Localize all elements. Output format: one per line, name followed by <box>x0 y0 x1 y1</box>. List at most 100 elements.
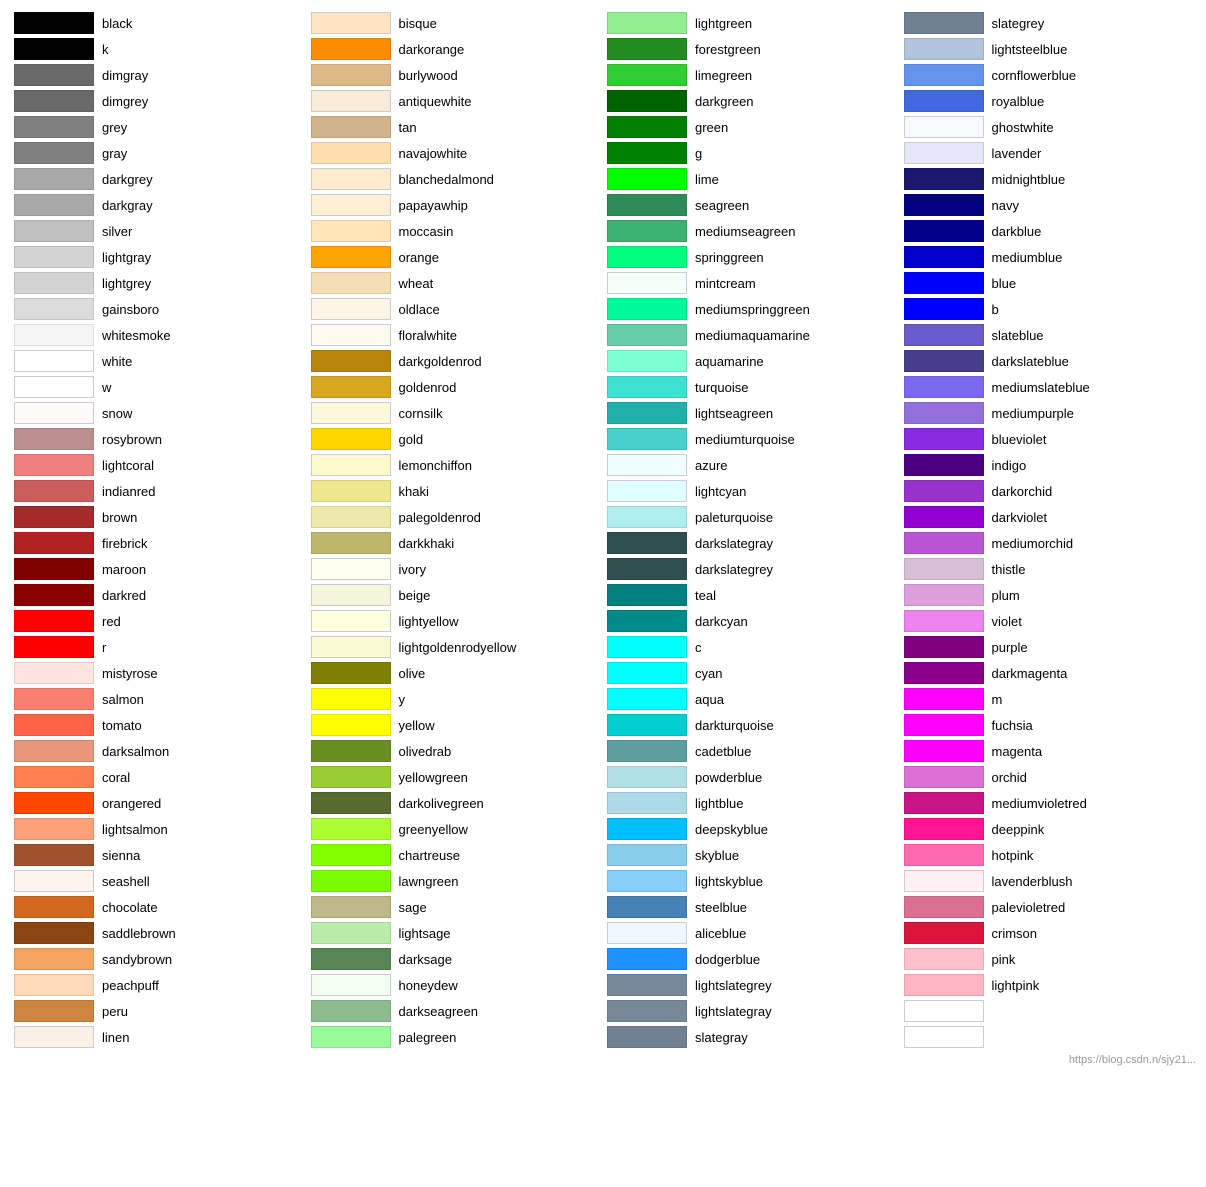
color-swatch <box>904 246 984 268</box>
color-name-label: whitesmoke <box>102 328 171 343</box>
color-name-label: paleturquoise <box>695 510 773 525</box>
color-name-label: steelblue <box>695 900 747 915</box>
color-swatch <box>904 116 984 138</box>
color-name-label: honeydew <box>399 978 458 993</box>
color-name-label: lightgrey <box>102 276 151 291</box>
color-name-label: palegreen <box>399 1030 457 1045</box>
list-item: mintcream <box>603 270 900 296</box>
list-item: darkslategrey <box>603 556 900 582</box>
color-swatch <box>14 64 94 86</box>
color-name-label: k <box>102 42 109 57</box>
list-item: steelblue <box>603 894 900 920</box>
list-item: ghostwhite <box>900 114 1197 140</box>
color-name-label: darkgreen <box>695 94 754 109</box>
color-name-label: mediumslateblue <box>992 380 1090 395</box>
color-name-label: blanchedalmond <box>399 172 494 187</box>
list-item: magenta <box>900 738 1197 764</box>
color-name-label: indigo <box>992 458 1027 473</box>
color-name-label: firebrick <box>102 536 148 551</box>
list-item: cornsilk <box>307 400 604 426</box>
color-swatch <box>904 896 984 918</box>
list-item: coral <box>10 764 307 790</box>
list-item: honeydew <box>307 972 604 998</box>
color-name-label: gainsboro <box>102 302 159 317</box>
list-item: orange <box>307 244 604 270</box>
color-name-label: darkseagreen <box>399 1004 479 1019</box>
color-name-label: chocolate <box>102 900 158 915</box>
color-swatch <box>607 974 687 996</box>
color-swatch <box>14 116 94 138</box>
list-item: gold <box>307 426 604 452</box>
color-name-label: yellow <box>399 718 435 733</box>
list-item: wheat <box>307 270 604 296</box>
color-name-label: mediumpurple <box>992 406 1074 421</box>
color-swatch <box>311 480 391 502</box>
list-item: green <box>603 114 900 140</box>
color-swatch <box>607 324 687 346</box>
color-name-label: orchid <box>992 770 1027 785</box>
list-item: mediumorchid <box>900 530 1197 556</box>
color-name-label: mediumaquamarine <box>695 328 810 343</box>
list-item: whitesmoke <box>10 322 307 348</box>
color-name-label: limegreen <box>695 68 752 83</box>
color-swatch <box>14 142 94 164</box>
color-swatch <box>904 948 984 970</box>
color-swatch <box>607 610 687 632</box>
color-name-label: midnightblue <box>992 172 1066 187</box>
list-item: springgreen <box>603 244 900 270</box>
list-item: lightyellow <box>307 608 604 634</box>
list-item: lightslategrey <box>603 972 900 998</box>
color-swatch <box>607 870 687 892</box>
list-item: darkslategray <box>603 530 900 556</box>
color-name-label: wheat <box>399 276 434 291</box>
color-swatch <box>14 974 94 996</box>
color-swatch <box>607 90 687 112</box>
color-swatch <box>311 168 391 190</box>
list-item: linen <box>10 1024 307 1050</box>
color-swatch <box>607 688 687 710</box>
color-swatch <box>607 116 687 138</box>
list-item: darksage <box>307 946 604 972</box>
list-item: darkblue <box>900 218 1197 244</box>
list-item: slategray <box>603 1024 900 1050</box>
color-swatch <box>607 532 687 554</box>
color-swatch <box>904 844 984 866</box>
list-item: goldenrod <box>307 374 604 400</box>
color-swatch <box>311 636 391 658</box>
list-item: slategrey <box>900 10 1197 36</box>
list-item: gainsboro <box>10 296 307 322</box>
color-name-label: moccasin <box>399 224 454 239</box>
list-item: forestgreen <box>603 36 900 62</box>
color-swatch <box>607 662 687 684</box>
color-name-label: darkturquoise <box>695 718 774 733</box>
color-swatch <box>311 974 391 996</box>
list-item <box>900 998 1197 1024</box>
color-name-label: brown <box>102 510 137 525</box>
color-swatch <box>14 792 94 814</box>
color-name-label: black <box>102 16 132 31</box>
list-item: moccasin <box>307 218 604 244</box>
color-swatch <box>607 272 687 294</box>
color-name-label: burlywood <box>399 68 458 83</box>
list-item: white <box>10 348 307 374</box>
color-name-label: darkgoldenrod <box>399 354 482 369</box>
color-swatch <box>14 610 94 632</box>
color-swatch <box>607 1000 687 1022</box>
color-name-label: floralwhite <box>399 328 458 343</box>
color-name-label: slateblue <box>992 328 1044 343</box>
list-item: antiquewhite <box>307 88 604 114</box>
list-item: lemonchiffon <box>307 452 604 478</box>
color-name-label: lightgreen <box>695 16 752 31</box>
list-item: slateblue <box>900 322 1197 348</box>
watermark: https://blog.csdn.n/sjy21... <box>10 1054 1196 1066</box>
list-item: brown <box>10 504 307 530</box>
list-item: beige <box>307 582 604 608</box>
color-swatch <box>14 454 94 476</box>
color-swatch <box>14 532 94 554</box>
color-swatch <box>904 350 984 372</box>
color-name-label: darkorange <box>399 42 465 57</box>
color-name-label: aliceblue <box>695 926 746 941</box>
list-item: pink <box>900 946 1197 972</box>
color-swatch <box>904 298 984 320</box>
list-item: k <box>10 36 307 62</box>
